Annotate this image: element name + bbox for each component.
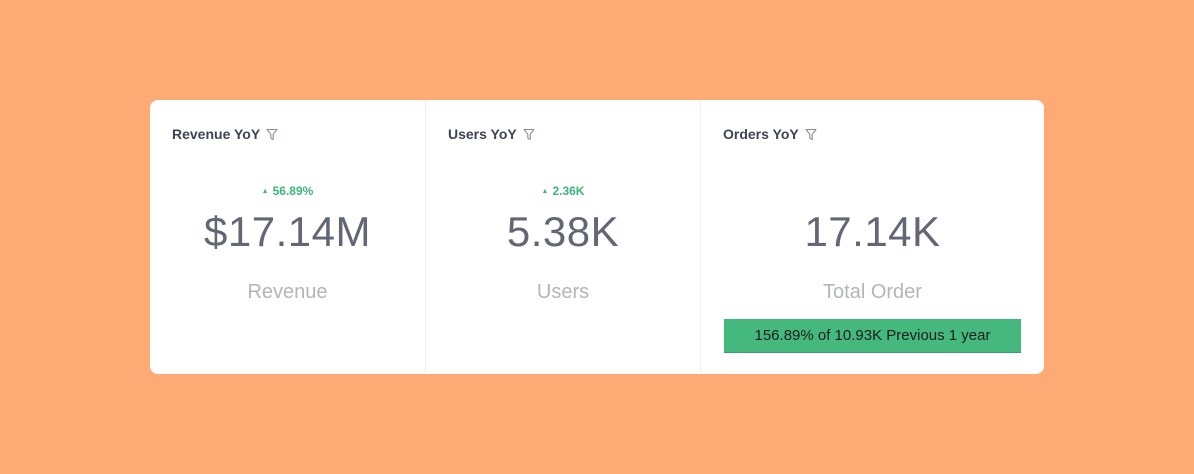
metric-value: 17.14K <box>804 208 941 255</box>
comparison-text: 156.89% of 10.93K Previous 1 year <box>754 327 991 344</box>
filter-icon[interactable] <box>523 128 535 141</box>
filter-icon[interactable] <box>805 128 817 141</box>
metric-label: Revenue <box>247 281 328 303</box>
widget-title-text: Users YoY <box>448 126 517 142</box>
widget-title-text: Revenue YoY <box>172 126 261 142</box>
revenue-widget: Revenue YoY ▲ 56.89% $17.14M Revenue <box>150 100 425 374</box>
delta-value: 56.89% <box>272 184 314 198</box>
filter-icon[interactable] <box>266 128 278 141</box>
comparison-bar: 156.89% of 10.93K Previous 1 year <box>724 319 1021 353</box>
metric-label: Total Order <box>823 281 922 303</box>
delta-indicator: ▲ 2.36K <box>426 184 700 198</box>
metric-label: Users <box>536 281 590 303</box>
users-widget: Users YoY ▲ 2.36K 5.38K Users <box>425 100 700 374</box>
caret-up-icon: ▲ <box>541 188 549 195</box>
caret-up-icon: ▲ <box>261 188 269 195</box>
widget-title: Orders YoY <box>723 126 817 142</box>
metric-value: $17.14M <box>204 208 371 255</box>
widget-title-text: Orders YoY <box>723 126 799 142</box>
orders-widget: Orders YoY 17.14K Total Order 156.89% of… <box>700 100 1044 374</box>
delta-value: 2.36K <box>552 184 585 198</box>
widget-title: Users YoY <box>448 126 535 142</box>
delta-indicator: ▲ 56.89% <box>150 184 425 198</box>
widget-title: Revenue YoY <box>172 126 278 142</box>
kpi-card: Revenue YoY ▲ 56.89% $17.14M Revenue User… <box>150 100 1044 374</box>
metric-value: 5.38K <box>506 208 620 255</box>
